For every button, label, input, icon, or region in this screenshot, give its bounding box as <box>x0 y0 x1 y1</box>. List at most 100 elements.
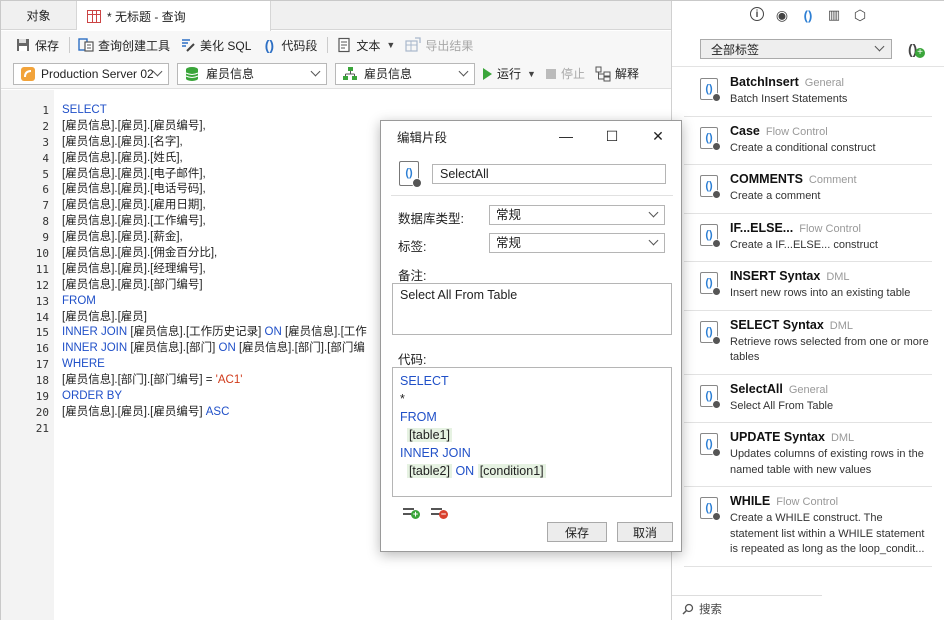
export-results-button[interactable]: 导出结果 <box>405 37 473 54</box>
toolbar-divider <box>327 37 329 53</box>
snippet-item[interactable]: () BatchInsert General Batch Insert Stateme… <box>684 68 932 117</box>
minimize-icon[interactable]: — <box>559 128 573 144</box>
sql-code[interactable]: SELECT [雇员信息].[雇员].[雇员编号], [雇员信息].[雇员].[名字… <box>62 103 367 437</box>
snippet-item[interactable]: () SelectAll General Select All From Table <box>684 375 932 423</box>
tag-filter-value: 全部标签 <box>711 42 760 57</box>
columns-icon[interactable]: ▥ <box>826 7 842 23</box>
snippet-description: Create a conditional construct <box>730 141 876 154</box>
connection-select[interactable]: Production Server 02 <box>13 62 169 85</box>
beautify-sql-button[interactable]: 美化 SQL <box>180 37 251 54</box>
snippet-panel: i ◉ () ▥ ⬡ 全部标签 () + () BatchInsert Genera… <box>671 1 944 620</box>
hexagon-icon[interactable]: ⬡ <box>852 7 868 23</box>
snippet-item[interactable]: () COMMENTS Comment Create a comment <box>684 165 932 214</box>
tab-query[interactable]: * 无标题 - 查询 <box>77 1 271 31</box>
note-textarea[interactable]: Select All From Table <box>392 283 672 335</box>
maximize-icon[interactable]: ☐ <box>605 128 619 145</box>
query-builder-button[interactable]: 查询创建工具 <box>78 37 170 54</box>
close-icon[interactable]: ✕ <box>651 128 665 145</box>
note-value: Select All From Table <box>400 288 518 302</box>
info-icon[interactable]: i <box>750 7 764 21</box>
snippet-title-row: BatchInsert General <box>730 75 932 89</box>
code-keyword: SELECT <box>400 374 449 388</box>
code-placeholder[interactable]: [table1] <box>406 428 452 442</box>
connection-toolbar: Production Server 02 雇员信息 雇员信息 运行 ▼ 停止 解… <box>1 59 671 89</box>
schema-select[interactable]: 雇员信息 <box>335 62 475 85</box>
snippet-search[interactable]: 搜索 <box>672 595 822 620</box>
save-label: 保存 <box>35 38 60 53</box>
code-textarea[interactable]: SELECT * FROM [table1] INNER JOIN [table… <box>392 367 672 497</box>
sql-text: [雇员信息].[雇员].[电子邮件], <box>62 167 206 180</box>
tab-objects[interactable]: 对象 <box>1 1 77 30</box>
snippet-name-input[interactable]: SelectAll <box>432 164 666 184</box>
snippet-filter-bar: 全部标签 () + <box>672 31 944 67</box>
sql-keyword: FROM <box>62 294 96 307</box>
plus-icon: + <box>915 48 925 58</box>
eye-icon[interactable]: ◉ <box>774 7 790 23</box>
explain-button[interactable]: 解释 <box>595 65 639 82</box>
snippet-item[interactable]: () UPDATE Syntax DML Updates columns of exi… <box>684 423 932 487</box>
snippet-title: COMMENTS <box>730 172 803 186</box>
snippet-title-row: UPDATE Syntax DML <box>730 430 932 444</box>
snippet-item[interactable]: () WHILE Flow Control Create a WHILE constr… <box>684 487 932 567</box>
caret-down-icon: ▼ <box>527 68 536 79</box>
code-snippet-icon: () <box>700 320 721 345</box>
snippet-category: DML <box>830 432 855 444</box>
text-mode-button[interactable]: 文本 ▼ <box>336 37 395 54</box>
code-line: [雇员信息].[雇员].[电话号码], <box>62 182 367 198</box>
add-placeholder-button[interactable]: + <box>403 506 421 519</box>
main-toolbar: 保存 查询创建工具 美化 SQL () 代码段 文本 ▼ 导出结果 <box>1 31 671 59</box>
code-line: SELECT <box>62 103 367 119</box>
snippet-item[interactable]: () SELECT Syntax DML Retrieve rows selected… <box>684 311 932 375</box>
snippet-category: Flow Control <box>765 125 828 138</box>
sql-text: [雇员信息].[雇员].[雇员编号], <box>62 119 206 132</box>
code-snippet-icon: () <box>700 223 721 248</box>
tag-filter-select[interactable]: 全部标签 <box>700 39 892 59</box>
code-snippet-icon: () <box>700 384 721 409</box>
sql-text: [雇员信息].[部门].[部门编号] = <box>62 374 216 387</box>
line-number: 17 <box>35 358 49 372</box>
line-number: 9 <box>42 231 49 245</box>
line-number: 15 <box>35 326 49 340</box>
tag-select[interactable]: 常规 <box>489 233 665 253</box>
snippet-item[interactable]: () INSERT Syntax DML Insert new rows into a… <box>684 262 932 311</box>
snippet-title-row: INSERT Syntax DML <box>730 269 932 283</box>
code-line: INNER JOIN [雇员信息].[部门] ON [雇员信息].[部门].[部… <box>62 341 367 357</box>
search-icon <box>682 603 694 615</box>
code-placeholder[interactable]: [condition1] <box>477 464 546 478</box>
code-line: [雇员信息].[雇员] <box>62 310 367 326</box>
code-snippet-button[interactable]: () 代码段 <box>261 37 318 54</box>
line-number: 5 <box>42 167 49 181</box>
database-select[interactable]: 雇员信息 <box>177 62 327 85</box>
snippet-item[interactable]: () Case Flow Control Create a conditional c… <box>684 117 932 165</box>
sql-text: [雇员信息].[雇员].[部门编号] <box>62 278 203 291</box>
code-keyword: INNER JOIN <box>400 446 471 460</box>
save-button[interactable]: 保存 <box>547 522 607 542</box>
cancel-button[interactable]: 取消 <box>617 522 673 542</box>
line-number: 3 <box>42 135 49 149</box>
code-snippet-icon: () <box>700 272 721 296</box>
line-number: 12 <box>35 278 49 292</box>
document-icon <box>338 37 351 53</box>
snippet-title-row: Case Flow Control <box>730 124 932 138</box>
code-text: * <box>400 392 405 406</box>
snippet-title-row: SelectAll General <box>730 382 932 396</box>
snippet-list: () BatchInsert General Batch Insert Stateme… <box>684 68 932 567</box>
save-button[interactable]: 保存 <box>15 37 59 54</box>
snippet-description: Create a comment <box>730 190 821 202</box>
add-snippet-button[interactable]: () + <box>908 41 925 58</box>
sql-text: [雇员信息].[部门] <box>127 342 219 355</box>
snippet-title-row: IF...ELSE... Flow Control <box>730 221 932 235</box>
remove-placeholder-button[interactable]: − <box>431 506 449 519</box>
caret-down-icon: ▼ <box>386 40 396 50</box>
note-label: 备注: <box>398 269 427 283</box>
stop-button[interactable]: 停止 <box>545 65 585 82</box>
run-button[interactable]: 运行 ▼ <box>483 65 536 82</box>
code-snippet-icon[interactable]: () <box>800 7 816 23</box>
db-type-select[interactable]: 常规 <box>489 205 665 225</box>
snippet-title: IF...ELSE... <box>730 220 794 235</box>
play-icon <box>483 67 492 80</box>
line-number: 13 <box>35 294 49 308</box>
minus-icon: − <box>439 509 448 519</box>
code-placeholder[interactable]: [table2] <box>406 464 452 478</box>
snippet-item[interactable]: () IF...ELSE... Flow Control Create a IF...… <box>684 214 932 262</box>
